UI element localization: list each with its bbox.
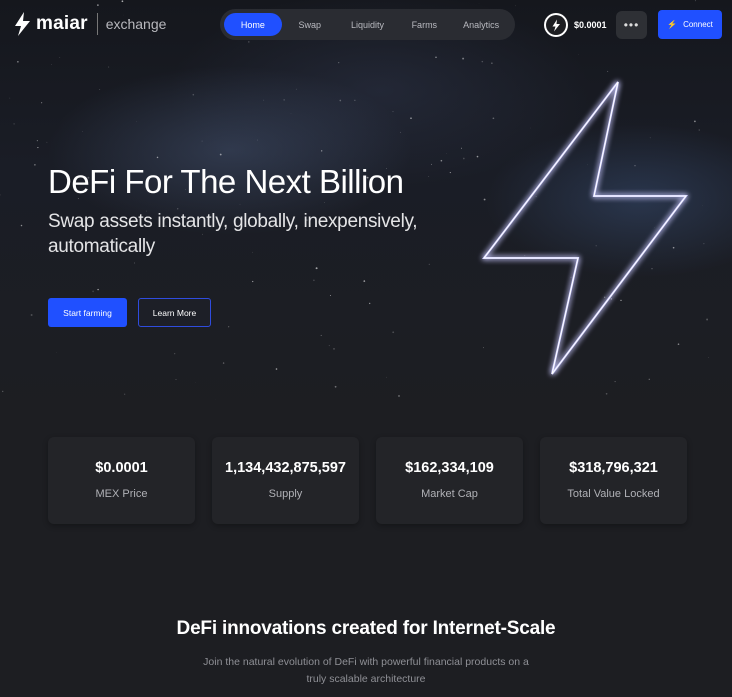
hero-title: DeFi For The Next Billion xyxy=(48,163,404,200)
main-nav: Home Swap Liquidity Farms Analytics xyxy=(220,9,515,40)
stat-label: Market Cap xyxy=(421,488,478,500)
hero-subtitle: Swap assets instantly, globally, inexpen… xyxy=(48,211,418,257)
learn-more-button[interactable]: Learn More xyxy=(138,298,211,327)
connect-wallet-button[interactable]: ⚡ Connect xyxy=(658,10,722,39)
glowing-bolt-icon xyxy=(481,81,689,375)
nav-analytics[interactable]: Analytics xyxy=(451,13,511,36)
connect-label: Connect xyxy=(683,20,713,29)
lightning-icon: ⚡ xyxy=(667,20,678,29)
nav-home[interactable]: Home xyxy=(224,13,282,36)
stat-value: $162,334,109 xyxy=(405,460,494,476)
start-farming-button[interactable]: Start farming xyxy=(48,298,127,327)
mex-price-value: $0.0001 xyxy=(574,20,607,30)
nav-farms[interactable]: Farms xyxy=(397,13,451,36)
more-options-button[interactable]: ••• xyxy=(616,11,647,39)
maiar-bolt-icon xyxy=(15,12,30,36)
mex-price-widget[interactable]: $0.0001 xyxy=(544,12,607,38)
stat-card-supply: 1,134,432,875,597 Supply xyxy=(212,437,359,524)
stat-value: $318,796,321 xyxy=(569,460,658,476)
stat-card-mex-price: $0.0001 MEX Price xyxy=(48,437,195,524)
logo-divider xyxy=(96,13,98,35)
stat-card-tvl: $318,796,321 Total Value Locked xyxy=(540,437,687,524)
stat-label: MEX Price xyxy=(95,488,148,500)
section-title: DeFi innovations created for Internet-Sc… xyxy=(176,618,556,639)
stat-value: 1,134,432,875,597 xyxy=(225,460,346,476)
stat-label: Total Value Locked xyxy=(567,488,660,500)
nav-swap[interactable]: Swap xyxy=(282,13,338,36)
top-navbar: maiar exchange Home Swap Liquidity Farms… xyxy=(0,0,732,50)
nav-liquidity[interactable]: Liquidity xyxy=(338,13,398,36)
section-subtitle: Join the natural evolution of DeFi with … xyxy=(203,656,529,685)
brand-product: exchange xyxy=(105,16,167,32)
brand-logo[interactable]: maiar exchange xyxy=(12,12,166,36)
mex-token-icon xyxy=(544,13,568,37)
stat-label: Supply xyxy=(268,488,303,500)
stat-value: $0.0001 xyxy=(95,460,148,476)
brand-name: maiar xyxy=(36,13,88,34)
stat-card-market-cap: $162,334,109 Market Cap xyxy=(376,437,523,524)
